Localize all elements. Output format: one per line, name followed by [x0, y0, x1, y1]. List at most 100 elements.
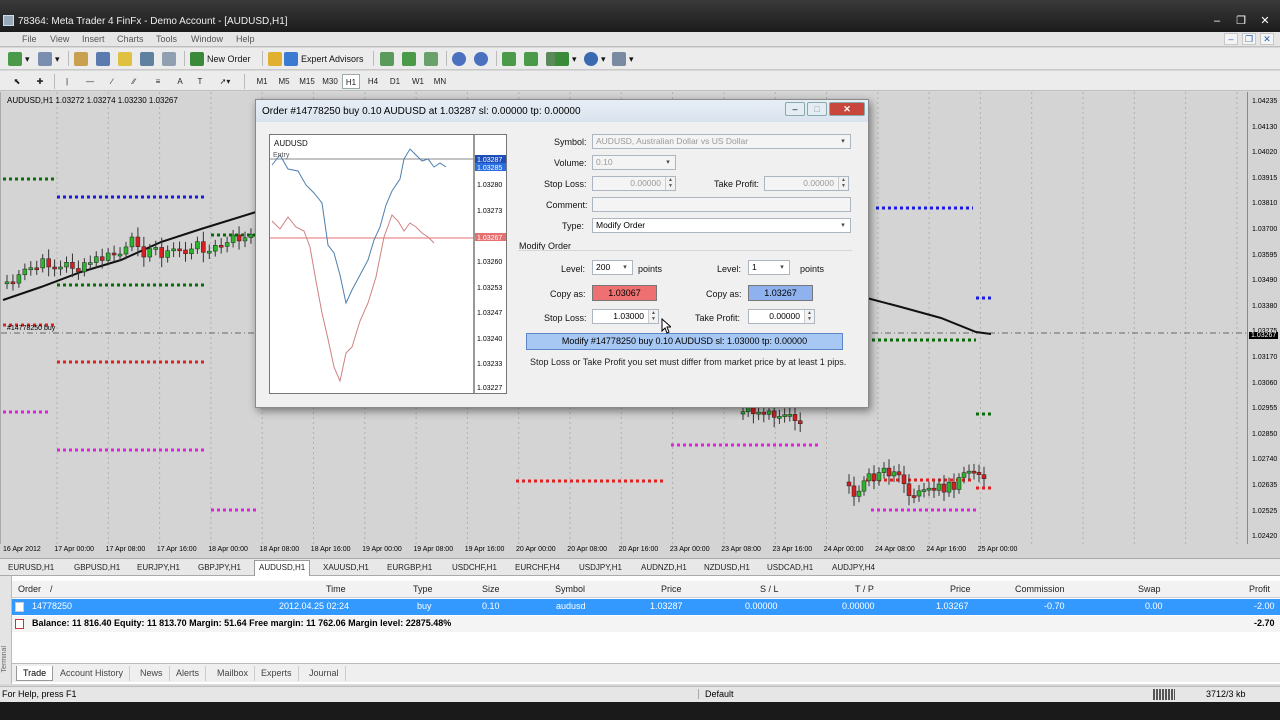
symbol-tab-nzdusd-h1[interactable]: NZDUSD,H1 — [700, 561, 754, 575]
tf-w1[interactable]: W1 — [408, 74, 428, 89]
copy-stop-loss-button[interactable]: 1.03067 — [592, 285, 657, 301]
crosshair-tool-icon[interactable]: ✚ — [33, 74, 47, 89]
label-tool-icon[interactable]: T — [193, 74, 207, 89]
tf-h1[interactable]: H1 — [342, 74, 360, 89]
terminal-tab-account-history[interactable]: Account History — [54, 666, 131, 681]
symbol-tab-gbpjpy-h1[interactable]: GBPJPY,H1 — [194, 561, 245, 575]
col-order[interactable]: Order — [18, 584, 41, 594]
cursor-tool-icon[interactable]: ⬉ — [10, 74, 24, 89]
col-profit[interactable]: Profit — [1249, 584, 1270, 594]
auto-scroll-button[interactable] — [524, 51, 541, 67]
modify-take-profit-spinner[interactable]: ▲ ▼ — [804, 310, 814, 323]
symbol-tab-eurchf-h4[interactable]: EURCHF,H4 — [511, 561, 564, 575]
close-icon[interactable]: ✕ — [1256, 14, 1274, 28]
channel-icon[interactable]: ∕∕ — [127, 74, 141, 89]
col-size[interactable]: Size — [482, 584, 500, 594]
modify-stop-loss-field[interactable]: 1.03000 ▲ ▼ — [592, 309, 659, 324]
dialog-close-icon[interactable]: ✕ — [829, 102, 865, 116]
line-chart-button[interactable] — [424, 51, 441, 67]
doc-icon[interactable] — [4, 34, 18, 44]
text-tool-icon[interactable]: A — [173, 74, 187, 89]
tf-h4[interactable]: H4 — [364, 74, 382, 89]
tf-m1[interactable]: M1 — [252, 74, 272, 89]
tf-m15[interactable]: M15 — [296, 74, 318, 89]
new-chart-button[interactable]: ▾ — [8, 51, 30, 67]
terminal-side-handle[interactable]: Terminal — [0, 576, 12, 684]
restore-icon[interactable]: ❐ — [1232, 14, 1250, 28]
menu-tools[interactable]: Tools — [156, 34, 177, 44]
dialog-minimize-icon[interactable]: – — [785, 102, 805, 116]
bar-chart-button[interactable] — [380, 51, 397, 67]
symbol-tab-eurjpy-h1[interactable]: EURJPY,H1 — [133, 561, 184, 575]
modify-order-button[interactable]: Modify #14778250 buy 0.10 AUDUSD sl: 1.0… — [526, 333, 843, 350]
tile-windows-button[interactable] — [502, 51, 519, 67]
col-swap[interactable]: Swap — [1138, 584, 1161, 594]
terminal-tab-trade[interactable]: Trade — [16, 666, 54, 681]
col-price2[interactable]: Price — [950, 584, 971, 594]
terminal-tab-news[interactable]: News — [134, 666, 170, 681]
trendline-icon[interactable]: ∕ — [105, 74, 119, 89]
symbol-tab-usdjpy-h1[interactable]: USDJPY,H1 — [575, 561, 626, 575]
col-sort[interactable]: / — [50, 584, 53, 594]
data-window-button[interactable] — [118, 51, 135, 67]
arrows-tool-icon[interactable]: ➚▾ — [215, 74, 235, 89]
copy-take-profit-button[interactable]: 1.03267 — [748, 285, 813, 301]
symbol-tab-usdchf-h1[interactable]: USDCHF,H1 — [448, 561, 501, 575]
terminal-tab-experts[interactable]: Experts — [255, 666, 299, 681]
mdi-minimize-icon[interactable]: – — [1224, 33, 1238, 45]
tf-d1[interactable]: D1 — [386, 74, 404, 89]
zoom-in-button[interactable] — [452, 51, 469, 67]
mdi-close-icon[interactable]: ✕ — [1260, 33, 1274, 45]
new-order-button[interactable]: New Order — [190, 51, 251, 67]
minimize-icon[interactable]: – — [1208, 14, 1226, 28]
vertical-line-icon[interactable]: | — [60, 74, 74, 89]
mdi-restore-icon[interactable]: ❐ — [1242, 33, 1256, 45]
tf-m30[interactable]: M30 — [319, 74, 341, 89]
menu-window[interactable]: Window — [191, 34, 223, 44]
terminal-tab-journal[interactable]: Journal — [303, 666, 346, 681]
symbol-tab-audusd-h1[interactable]: AUDUSD,H1 — [254, 560, 311, 576]
col-time[interactable]: Time — [326, 584, 346, 594]
symbol-tab-gbpusd-h1[interactable]: GBPUSD,H1 — [70, 561, 124, 575]
market-watch-button[interactable] — [74, 51, 91, 67]
col-type[interactable]: Type — [413, 584, 433, 594]
symbol-tab-usdcad-h1[interactable]: USDCAD,H1 — [763, 561, 817, 575]
modify-take-profit-field[interactable]: 0.00000 ▲ ▼ — [748, 309, 815, 324]
menu-charts[interactable]: Charts — [117, 34, 144, 44]
level-right-select[interactable]: 1 ▾ — [748, 260, 790, 275]
tf-mn[interactable]: MN — [430, 74, 450, 89]
terminal-tab-alerts[interactable]: Alerts — [170, 666, 207, 681]
col-tp[interactable]: T / P — [855, 584, 874, 594]
terminal-tab-mailbox[interactable]: Mailbox — [211, 666, 256, 681]
expert-advisors-button[interactable]: Expert Advisors — [284, 51, 364, 67]
tf-m5[interactable]: M5 — [274, 74, 294, 89]
symbol-tab-xauusd-h1[interactable]: XAUUSD,H1 — [319, 561, 373, 575]
navigator-button[interactable] — [96, 51, 113, 67]
symbol-tab-eurgbp-h1[interactable]: EURGBP,H1 — [383, 561, 436, 575]
menu-help[interactable]: Help — [236, 34, 255, 44]
indicators-button[interactable]: ▾ — [555, 51, 577, 67]
zoom-out-button[interactable] — [474, 51, 491, 67]
level-left-select[interactable]: 200 ▾ — [592, 260, 633, 275]
horizontal-line-icon[interactable]: — — [83, 74, 97, 89]
modify-stop-loss-spinner[interactable]: ▲ ▼ — [648, 310, 658, 323]
menu-insert[interactable]: Insert — [82, 34, 105, 44]
templates-button[interactable]: ▾ — [612, 51, 634, 67]
menu-view[interactable]: View — [50, 34, 69, 44]
candlesticks-button[interactable] — [402, 51, 419, 67]
table-row[interactable]: 14778250 2012.04.25 02:24 buy 0.10 audus… — [12, 599, 1280, 615]
col-commission[interactable]: Commission — [1015, 584, 1065, 594]
symbol-tab-audnzd-h1[interactable]: AUDNZD,H1 — [637, 561, 691, 575]
symbol-tab-audjpy-h4[interactable]: AUDJPY,H4 — [828, 561, 879, 575]
profiles-button[interactable]: ▾ — [38, 51, 60, 67]
col-sl[interactable]: S / L — [760, 584, 779, 594]
menu-file[interactable]: File — [22, 34, 37, 44]
order-type-select[interactable]: Modify Order ▾ — [592, 218, 851, 233]
fibonacci-icon[interactable]: ≡ — [151, 74, 165, 89]
symbol-tab-eurusd-h1[interactable]: EURUSD,H1 — [4, 561, 58, 575]
terminal-button[interactable] — [140, 51, 157, 67]
col-symbol[interactable]: Symbol — [555, 584, 585, 594]
metaeditor-button[interactable] — [268, 51, 285, 67]
periods-button[interactable]: ▾ — [584, 51, 606, 67]
col-price[interactable]: Price — [661, 584, 682, 594]
